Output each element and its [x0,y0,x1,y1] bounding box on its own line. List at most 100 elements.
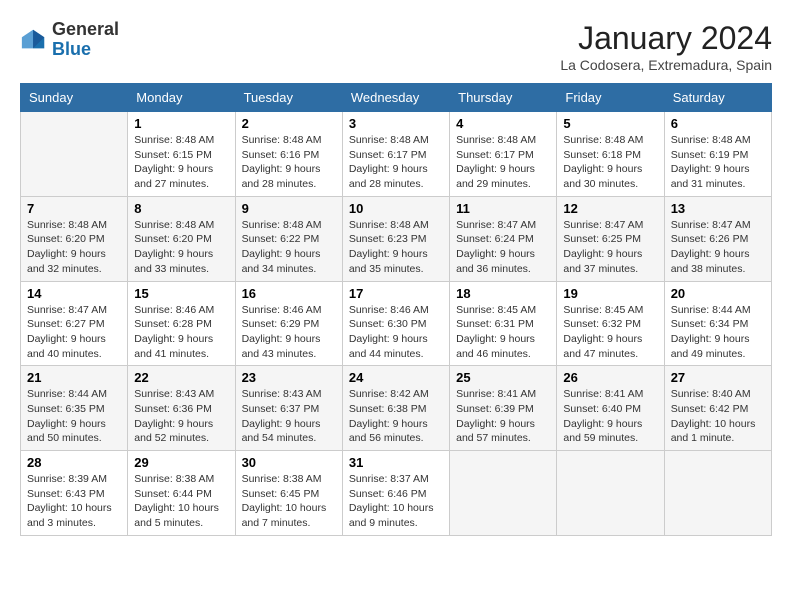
day-info: Sunrise: 8:48 AMSunset: 6:18 PMDaylight:… [563,133,657,192]
day-number: 9 [242,201,336,216]
day-info: Sunrise: 8:48 AMSunset: 6:22 PMDaylight:… [242,218,336,277]
calendar-cell: 27 Sunrise: 8:40 AMSunset: 6:42 PMDayligh… [664,366,771,451]
day-info: Sunrise: 8:44 AMSunset: 6:34 PMDaylight:… [671,303,765,362]
calendar-cell: 13Sunrise: 8:47 AMSunset: 6:26 PMDayligh… [664,196,771,281]
calendar-cell [557,451,664,536]
weekday-header-monday: Monday [128,84,235,112]
calendar-cell [664,451,771,536]
day-number: 27 [671,370,765,385]
day-number: 12 [563,201,657,216]
week-row-2: 7 Sunrise: 8:48 AMSunset: 6:20 PMDaylight… [21,196,772,281]
calendar-cell: 17Sunrise: 8:46 AMSunset: 6:30 PMDayligh… [342,281,449,366]
calendar-cell: 19Sunrise: 8:45 AMSunset: 6:32 PMDayligh… [557,281,664,366]
day-number: 1 [134,116,228,131]
calendar-cell: 20 Sunrise: 8:44 AMSunset: 6:34 PMDayligh… [664,281,771,366]
logo-blue-text: Blue [52,39,91,59]
logo-icon [20,26,48,54]
calendar-cell: 24Sunrise: 8:42 AMSunset: 6:38 PMDayligh… [342,366,449,451]
day-info: Sunrise: 8:44 AMSunset: 6:35 PMDaylight:… [27,387,121,446]
week-row-5: 28Sunrise: 8:39 AMSunset: 6:43 PMDayligh… [21,451,772,536]
title-block: January 2024 La Codosera, Extremadura, S… [560,20,772,73]
day-info: Sunrise: 8:38 AMSunset: 6:45 PMDaylight:… [242,472,336,531]
calendar-cell: 23Sunrise: 8:43 AMSunset: 6:37 PMDayligh… [235,366,342,451]
day-info: Sunrise: 8:48 AMSunset: 6:20 PMDaylight:… [134,218,228,277]
day-number: 30 [242,455,336,470]
day-number: 20 [671,286,765,301]
day-number: 11 [456,201,550,216]
day-info: Sunrise: 8:48 AMSunset: 6:19 PMDaylight:… [671,133,765,192]
calendar-cell: 22 Sunrise: 8:43 AMSunset: 6:36 PMDayligh… [128,366,235,451]
calendar-cell: 5Sunrise: 8:48 AMSunset: 6:18 PMDaylight… [557,112,664,197]
calendar-cell: 4Sunrise: 8:48 AMSunset: 6:17 PMDaylight… [450,112,557,197]
calendar-cell: 3Sunrise: 8:48 AMSunset: 6:17 PMDaylight… [342,112,449,197]
calendar-cell: 31 Sunrise: 8:37 AMSunset: 6:46 PMDayligh… [342,451,449,536]
day-number: 2 [242,116,336,131]
calendar-cell: 26Sunrise: 8:41 AMSunset: 6:40 PMDayligh… [557,366,664,451]
calendar-cell [21,112,128,197]
calendar-cell: 18 Sunrise: 8:45 AMSunset: 6:31 PMDayligh… [450,281,557,366]
day-info: Sunrise: 8:41 AMSunset: 6:40 PMDaylight:… [563,387,657,446]
week-row-3: 14 Sunrise: 8:47 AMSunset: 6:27 PMDayligh… [21,281,772,366]
calendar-cell: 16Sunrise: 8:46 AMSunset: 6:29 PMDayligh… [235,281,342,366]
day-number: 21 [27,370,121,385]
calendar-cell: 15Sunrise: 8:46 AMSunset: 6:28 PMDayligh… [128,281,235,366]
day-info: Sunrise: 8:43 AMSunset: 6:37 PMDaylight:… [242,387,336,446]
day-info: Sunrise: 8:47 AMSunset: 6:24 PMDaylight:… [456,218,550,277]
calendar-cell: 8 Sunrise: 8:48 AMSunset: 6:20 PMDaylight… [128,196,235,281]
day-number: 29 [134,455,228,470]
weekday-header-saturday: Saturday [664,84,771,112]
day-info: Sunrise: 8:45 AMSunset: 6:31 PMDaylight:… [456,303,550,362]
day-info: Sunrise: 8:48 AMSunset: 6:23 PMDaylight:… [349,218,443,277]
calendar-cell: 29 Sunrise: 8:38 AMSunset: 6:44 PMDayligh… [128,451,235,536]
day-info: Sunrise: 8:48 AMSunset: 6:16 PMDaylight:… [242,133,336,192]
calendar-title: January 2024 [560,20,772,57]
logo: General Blue [20,20,119,60]
day-info: Sunrise: 8:46 AMSunset: 6:30 PMDaylight:… [349,303,443,362]
day-info: Sunrise: 8:47 AMSunset: 6:25 PMDaylight:… [563,218,657,277]
week-row-1: 1Sunrise: 8:48 AMSunset: 6:15 PMDaylight… [21,112,772,197]
day-info: Sunrise: 8:48 AMSunset: 6:17 PMDaylight:… [456,133,550,192]
day-number: 28 [27,455,121,470]
calendar-cell: 9 Sunrise: 8:48 AMSunset: 6:22 PMDaylight… [235,196,342,281]
calendar-cell: 30 Sunrise: 8:38 AMSunset: 6:45 PMDayligh… [235,451,342,536]
calendar-cell: 11 Sunrise: 8:47 AMSunset: 6:24 PMDayligh… [450,196,557,281]
day-number: 31 [349,455,443,470]
weekday-row: SundayMondayTuesdayWednesdayThursdayFrid… [21,84,772,112]
day-number: 8 [134,201,228,216]
weekday-header-thursday: Thursday [450,84,557,112]
weekday-header-wednesday: Wednesday [342,84,449,112]
day-number: 22 [134,370,228,385]
logo-text: General Blue [52,20,119,60]
day-number: 7 [27,201,121,216]
day-info: Sunrise: 8:43 AMSunset: 6:36 PMDaylight:… [134,387,228,446]
weekday-header-tuesday: Tuesday [235,84,342,112]
day-number: 6 [671,116,765,131]
day-info: Sunrise: 8:47 AMSunset: 6:26 PMDaylight:… [671,218,765,277]
day-number: 14 [27,286,121,301]
calendar-cell [450,451,557,536]
day-number: 3 [349,116,443,131]
day-number: 18 [456,286,550,301]
weekday-header-friday: Friday [557,84,664,112]
day-number: 24 [349,370,443,385]
calendar-table: SundayMondayTuesdayWednesdayThursdayFrid… [20,83,772,536]
calendar-cell: 28Sunrise: 8:39 AMSunset: 6:43 PMDayligh… [21,451,128,536]
day-info: Sunrise: 8:38 AMSunset: 6:44 PMDaylight:… [134,472,228,531]
calendar-body: 1Sunrise: 8:48 AMSunset: 6:15 PMDaylight… [21,112,772,536]
calendar-cell: 6 Sunrise: 8:48 AMSunset: 6:19 PMDaylight… [664,112,771,197]
calendar-cell: 1Sunrise: 8:48 AMSunset: 6:15 PMDaylight… [128,112,235,197]
day-info: Sunrise: 8:40 AMSunset: 6:42 PMDaylight:… [671,387,765,446]
day-info: Sunrise: 8:46 AMSunset: 6:28 PMDaylight:… [134,303,228,362]
calendar-cell: 12 Sunrise: 8:47 AMSunset: 6:25 PMDayligh… [557,196,664,281]
day-number: 10 [349,201,443,216]
weekday-header-sunday: Sunday [21,84,128,112]
day-info: Sunrise: 8:46 AMSunset: 6:29 PMDaylight:… [242,303,336,362]
calendar-cell: 21 Sunrise: 8:44 AMSunset: 6:35 PMDayligh… [21,366,128,451]
day-info: Sunrise: 8:37 AMSunset: 6:46 PMDaylight:… [349,472,443,531]
calendar-cell: 10 Sunrise: 8:48 AMSunset: 6:23 PMDayligh… [342,196,449,281]
calendar-cell: 7Sunrise: 8:48 AMSunset: 6:20 PMDaylight… [21,196,128,281]
week-row-4: 21 Sunrise: 8:44 AMSunset: 6:35 PMDayligh… [21,366,772,451]
calendar-cell: 14 Sunrise: 8:47 AMSunset: 6:27 PMDayligh… [21,281,128,366]
page-header: General Blue January 2024 La Codosera, E… [20,20,772,73]
day-info: Sunrise: 8:47 AMSunset: 6:27 PMDaylight:… [27,303,121,362]
